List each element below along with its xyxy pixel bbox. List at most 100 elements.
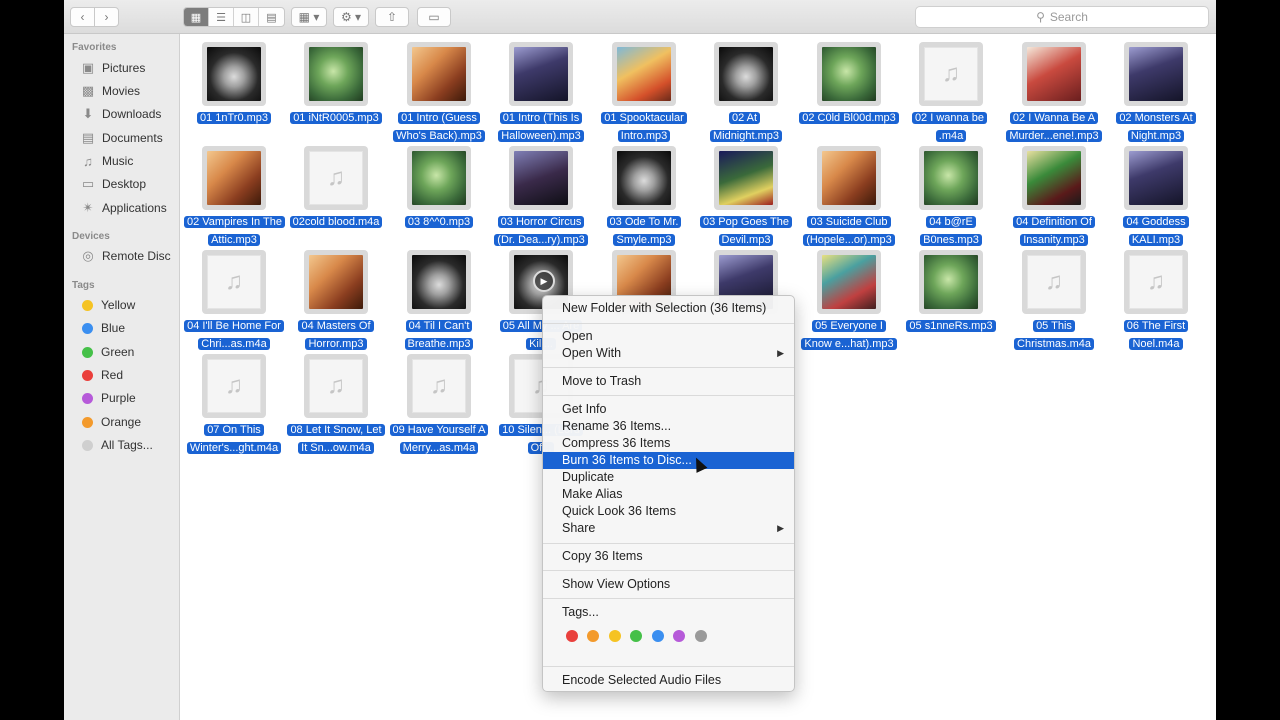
menu-item-get-info[interactable]: Get Info — [543, 401, 794, 418]
menu-item-quick-look[interactable]: Quick Look 36 Items — [543, 503, 794, 520]
chevron-right-icon: › — [104, 10, 109, 24]
sidebar: Favorites ▣ Pictures ▩ Movies ⬇ Downloads ▤… — [64, 34, 180, 720]
tag-purple-dot[interactable] — [673, 630, 685, 642]
menu-separator — [543, 570, 794, 571]
menu-item-tags[interactable]: Tags... — [543, 604, 794, 621]
sidebar-tag-green[interactable]: Green — [80, 342, 134, 362]
search-field[interactable]: ⚲ Search — [915, 6, 1209, 28]
album-art-thumbnail — [714, 42, 778, 106]
album-art-thumbnail — [714, 146, 778, 210]
menu-item-share[interactable]: Share ▶ — [543, 520, 794, 537]
music-note-icon: ♫ — [207, 255, 261, 309]
camera-icon: ▣ — [81, 60, 95, 75]
gear-icon: ⚙ ▾ — [340, 10, 362, 24]
file-name: 04 I'll Be Home For Chri...as.m4a — [184, 320, 284, 350]
file-name: 02 Monsters At Night.mp3 — [1116, 112, 1196, 142]
menu-item-move-to-trash[interactable]: Move to Trash — [543, 373, 794, 390]
album-art-thumbnail — [202, 42, 266, 106]
edit-tags-button[interactable]: ▭ — [417, 7, 451, 27]
file-name: 05 This Christmas.m4a — [1014, 320, 1094, 350]
tag-yellow-dot[interactable] — [609, 630, 621, 642]
sidebar-item-pictures[interactable]: ▣ Pictures — [80, 58, 146, 78]
favorites-header: Favorites — [72, 42, 117, 53]
sidebar-item-label: Purple — [101, 391, 136, 405]
sidebar-item-remote-disc[interactable]: ◎ Remote Disc — [80, 246, 171, 266]
file-name: 02cold blood.m4a — [289, 216, 383, 228]
tag-color-dot — [82, 392, 93, 404]
sidebar-tag-orange[interactable]: Orange — [80, 412, 141, 432]
music-note-icon: ♫ — [83, 153, 93, 169]
sidebar-item-label: Pictures — [102, 61, 146, 75]
sidebar-item-documents[interactable]: ▤ Documents — [80, 128, 163, 148]
sidebar-item-label: Remote Disc — [102, 249, 171, 263]
sidebar-item-label: Movies — [102, 84, 141, 98]
forward-button[interactable]: › — [94, 7, 119, 27]
file-name: 01 Spooktacular Intro.mp3 — [601, 112, 687, 142]
search-placeholder: Search — [1049, 10, 1088, 24]
tags-header: Tags — [72, 280, 95, 291]
tag-green-dot[interactable] — [630, 630, 642, 642]
sidebar-tag-all[interactable]: All Tags... — [80, 435, 153, 455]
sidebar-item-movies[interactable]: ▩ Movies — [80, 81, 140, 101]
music-file-thumbnail: ♫ — [407, 354, 471, 418]
menu-separator — [543, 666, 794, 667]
tag-icon: ▭ — [428, 10, 440, 24]
back-button[interactable]: ‹ — [70, 7, 95, 27]
column-view-icon[interactable]: ◫ — [234, 8, 259, 26]
sidebar-item-music[interactable]: ♫ Music — [80, 151, 133, 171]
menu-item-encode-audio[interactable]: Encode Selected Audio Files — [543, 672, 794, 689]
file-name: 01 Intro (Guess Who's Back).mp3 — [393, 112, 485, 142]
tag-gray-dot[interactable] — [695, 630, 707, 642]
share-button[interactable]: ⇧ — [375, 7, 409, 27]
icon-view-icon[interactable]: ▦ — [184, 8, 209, 26]
file-name: 01 1nTr0.mp3 — [196, 112, 272, 124]
sidebar-item-label: Desktop — [102, 177, 147, 191]
menu-item-copy[interactable]: Copy 36 Items — [543, 548, 794, 565]
menu-item-new-folder-with-selection[interactable]: New Folder with Selection (36 Items) — [543, 300, 794, 317]
sidebar-item-label: Red — [101, 368, 124, 382]
share-icon: ⇧ — [386, 10, 398, 24]
menu-item-duplicate[interactable]: Duplicate — [543, 469, 794, 486]
tag-blue-dot[interactable] — [652, 630, 664, 642]
sidebar-tag-yellow[interactable]: Yellow — [80, 295, 135, 315]
download-icon: ⬇ — [82, 106, 94, 121]
menu-item-open[interactable]: Open — [543, 328, 794, 345]
album-art-thumbnail — [1124, 146, 1188, 210]
menu-separator — [543, 395, 794, 396]
play-icon[interactable]: ▶ — [533, 270, 555, 292]
list-view-icon[interactable]: ☰ — [209, 8, 234, 26]
sidebar-item-downloads[interactable]: ⬇ Downloads — [80, 104, 162, 124]
sidebar-tag-blue[interactable]: Blue — [80, 318, 125, 338]
music-note-icon: ♫ — [309, 151, 363, 205]
menu-item-show-view-options[interactable]: Show View Options — [543, 576, 794, 593]
sidebar-item-applications[interactable]: ✴ Applications — [80, 198, 167, 218]
tag-orange-dot[interactable] — [587, 630, 599, 642]
album-art-thumbnail — [817, 250, 881, 314]
submenu-arrow-icon: ▶ — [777, 348, 784, 358]
album-art-thumbnail — [509, 42, 573, 106]
document-icon: ▤ — [81, 130, 95, 145]
file-name: 01 iNtR0005.mp3 — [290, 112, 382, 124]
file-name: 05 Everyone I Know e...hat).mp3 — [801, 320, 897, 350]
action-button[interactable]: ⚙ ▾ — [333, 7, 369, 27]
arrange-button[interactable]: ▦ ▾ — [291, 7, 327, 27]
menu-item-burn-to-disc[interactable]: Burn 36 Items to Disc... — [543, 452, 794, 469]
cover-flow-icon[interactable]: ▤ — [259, 8, 284, 26]
sidebar-item-label: Orange — [101, 415, 142, 429]
menu-item-compress[interactable]: Compress 36 Items — [543, 435, 794, 452]
menu-item-make-alias[interactable]: Make Alias — [543, 486, 794, 503]
sidebar-item-desktop[interactable]: ▭ Desktop — [80, 174, 146, 194]
menu-item-rename[interactable]: Rename 36 Items... — [543, 418, 794, 435]
sidebar-item-label: Yellow — [101, 298, 136, 312]
applications-icon: ✴ — [82, 200, 94, 215]
tag-red-dot[interactable] — [566, 630, 578, 642]
menu-item-open-with[interactable]: Open With ▶ — [543, 345, 794, 362]
album-art-thumbnail — [509, 146, 573, 210]
sidebar-tag-purple[interactable]: Purple — [80, 388, 136, 408]
album-art-thumbnail — [1022, 146, 1086, 210]
chevron-left-icon: ‹ — [80, 10, 85, 24]
file-name: 01 Intro (This Is Halloween).mp3 — [498, 112, 584, 142]
music-file-thumbnail: ♫ — [919, 42, 983, 106]
sidebar-tag-red[interactable]: Red — [80, 365, 123, 385]
view-mode-control[interactable]: ▦ ☰ ◫ ▤ — [183, 7, 285, 27]
